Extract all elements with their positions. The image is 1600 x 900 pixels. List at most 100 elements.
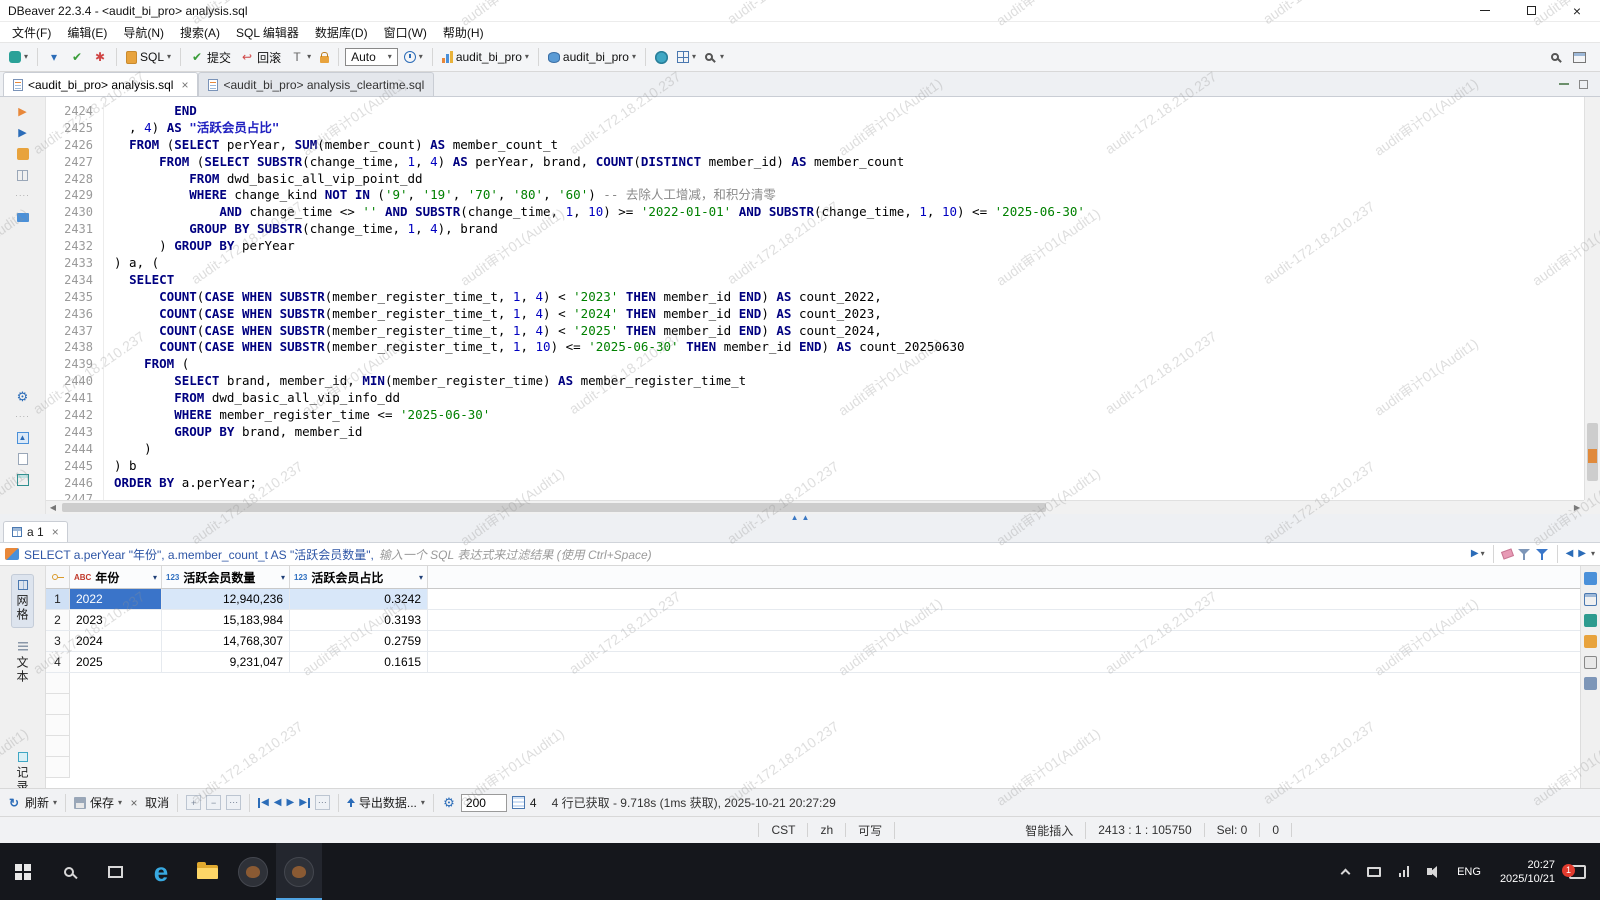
menu-help[interactable]: 帮助(H): [435, 22, 492, 43]
code-line[interactable]: 2426 FROM (SELECT perYear, SUM(member_co…: [46, 137, 1584, 154]
code-line[interactable]: 2444 ): [46, 441, 1584, 458]
code-line[interactable]: 2425 , 4) AS "活跃会员占比": [46, 120, 1584, 137]
sash-up-icon[interactable]: ▲: [802, 514, 810, 521]
tab-close-icon[interactable]: ×: [52, 525, 59, 539]
filter-input[interactable]: 输入一个 SQL 表达式来过滤结果 (使用 Ctrl+Space): [379, 546, 1466, 563]
menu-file[interactable]: 文件(F): [4, 22, 59, 43]
view-tab-record[interactable]: 记录: [11, 746, 34, 788]
code-line[interactable]: 2438 COUNT(CASE WHEN SUBSTR(member_regis…: [46, 339, 1584, 356]
next-row-icon[interactable]: ▶: [286, 798, 294, 808]
clear-filter-icon[interactable]: [1501, 548, 1514, 559]
goto-row-icon[interactable]: ⋯: [315, 795, 330, 810]
fetch-size-input[interactable]: [461, 794, 507, 812]
code-line[interactable]: 2431 GROUP BY SUBSTR(change_time, 1, 4),…: [46, 221, 1584, 238]
code-line[interactable]: 2424 END: [46, 103, 1584, 120]
table-cell[interactable]: 2022: [70, 589, 162, 609]
previous-row-icon[interactable]: ◀: [274, 798, 282, 808]
refresh-button[interactable]: ↻刷新▾: [7, 794, 57, 811]
column-header-member-count[interactable]: 123 活跃会员数量 ▾: [162, 566, 290, 588]
minimize-panel-icon[interactable]: [1559, 83, 1569, 85]
column-header-member-ratio[interactable]: 123 活跃会员占比 ▾: [290, 566, 428, 588]
perspective-icon[interactable]: [1573, 52, 1586, 63]
code-line[interactable]: 2439 FROM (: [46, 356, 1584, 373]
results-tab[interactable]: a 1 ×: [3, 521, 68, 542]
input-language-button[interactable]: ENG: [1448, 843, 1490, 900]
code-line[interactable]: 2440 SELECT brand, member_id, MIN(member…: [46, 373, 1584, 390]
close-button[interactable]: ×: [1554, 0, 1600, 21]
table-cell[interactable]: 0.3242: [290, 589, 428, 609]
globe-button[interactable]: [652, 49, 671, 66]
quick-search-icon[interactable]: [1551, 53, 1559, 61]
sash-up-icon[interactable]: ▲: [791, 514, 799, 521]
grid-panel-icon[interactable]: [1584, 593, 1597, 606]
table-row[interactable]: 3202414,768,3070.2759: [46, 631, 1580, 652]
menu-sql-editor[interactable]: SQL 编辑器: [228, 22, 307, 43]
history-back-icon[interactable]: ◀: [1566, 549, 1574, 559]
explain-plan-icon[interactable]: [15, 147, 31, 161]
code-line[interactable]: 2435 COUNT(CASE WHEN SUBSTR(member_regis…: [46, 289, 1584, 306]
new-file-icon[interactable]: [15, 452, 31, 466]
filter-caret-icon[interactable]: ▾: [153, 573, 157, 582]
code-line[interactable]: 2442 WHERE member_register_time <= '2025…: [46, 407, 1584, 424]
duplicate-row-icon[interactable]: ⋯: [226, 795, 241, 810]
status-cursor-position[interactable]: 2413 : 1 : 105750: [1086, 823, 1204, 837]
export-data-button[interactable]: 导出数据...▾: [347, 794, 425, 811]
edge-browser-button[interactable]: e: [138, 843, 184, 900]
row-number[interactable]: 2: [46, 610, 70, 630]
table-cell[interactable]: 0.1615: [290, 652, 428, 672]
sql-menu-button[interactable]: SQL▾: [123, 48, 174, 66]
taskbar-search-button[interactable]: [46, 843, 92, 900]
code-line[interactable]: 2443 GROUP BY brand, member_id: [46, 424, 1584, 441]
result-settings-gear-icon[interactable]: ⚙: [442, 795, 456, 811]
table-cell[interactable]: 2025: [70, 652, 162, 672]
first-row-icon[interactable]: ◀: [258, 798, 269, 808]
scroll-right-icon[interactable]: ▶: [1570, 501, 1584, 514]
table-row[interactable]: 2202315,183,9840.3193: [46, 610, 1580, 631]
filter-caret-icon[interactable]: ▾: [419, 573, 423, 582]
tab-analysis-sql[interactable]: <audit_bi_pro> analysis.sql ×: [3, 72, 198, 96]
connection-selector[interactable]: audit_bi_pro▾: [439, 48, 532, 66]
add-row-icon[interactable]: +: [186, 795, 201, 810]
output-panel-icon[interactable]: [15, 168, 31, 182]
history-button[interactable]: ▾: [401, 49, 426, 65]
vertical-scrollbar[interactable]: [1584, 97, 1600, 500]
delete-row-icon[interactable]: −: [206, 795, 221, 810]
table-row[interactable]: 420259,231,0470.1615: [46, 652, 1580, 673]
rollback-button[interactable]: ↩回滚: [237, 47, 284, 68]
code-line[interactable]: 2436 COUNT(CASE WHEN SUBSTR(member_regis…: [46, 306, 1584, 323]
sql-editor-lines[interactable]: 2424 END2425 , 4) AS "活跃会员占比"2426 FROM (…: [46, 97, 1584, 500]
tab-close-icon[interactable]: ×: [181, 78, 188, 92]
search-menu-button[interactable]: ▾: [702, 51, 727, 63]
code-line[interactable]: 2441 FROM dwd_basic_all_vip_info_dd: [46, 390, 1584, 407]
menu-search[interactable]: 搜索(A): [172, 22, 228, 43]
code-line[interactable]: 2434 SELECT: [46, 272, 1584, 289]
row-number[interactable]: 1: [46, 589, 70, 609]
menu-navigate[interactable]: 导航(N): [115, 22, 172, 43]
scroll-left-icon[interactable]: ◀: [46, 501, 60, 514]
execute-icon[interactable]: ▶: [15, 105, 31, 119]
table-row[interactable]: 1202212,940,2360.3242: [46, 589, 1580, 610]
tab-analysis-cleartime-sql[interactable]: <audit_bi_pro> analysis_cleartime.sql: [198, 72, 434, 96]
grid-corner[interactable]: [46, 566, 70, 588]
filter-query-text[interactable]: SELECT a.perYear "年份", a.member_count_t …: [24, 546, 374, 563]
table-cell[interactable]: 9,231,047: [162, 652, 290, 672]
fetch-button[interactable]: ▾: [44, 47, 64, 67]
edit-filter-icon[interactable]: [1518, 548, 1531, 561]
editor-results-sash[interactable]: ▲ ▲: [0, 514, 1600, 521]
schema-selector[interactable]: audit_bi_pro▾: [545, 48, 639, 66]
maximize-button[interactable]: [1508, 0, 1554, 21]
tray-expand-button[interactable]: [1333, 843, 1358, 900]
table-cell[interactable]: 2024: [70, 631, 162, 651]
menu-edit[interactable]: 编辑(E): [59, 22, 115, 43]
table-cell[interactable]: 14,768,307: [162, 631, 290, 651]
row-number[interactable]: 4: [46, 652, 70, 672]
view-tab-grid[interactable]: 网格: [11, 574, 34, 628]
metadata-panel-icon[interactable]: [1584, 635, 1597, 648]
row-number[interactable]: 3: [46, 631, 70, 651]
table-cell[interactable]: 12,940,236: [162, 589, 290, 609]
references-panel-icon[interactable]: [1584, 656, 1597, 669]
menu-window[interactable]: 窗口(W): [376, 22, 435, 43]
cancel-button[interactable]: ×取消: [127, 794, 169, 811]
task-view-button[interactable]: [92, 843, 138, 900]
view-tab-text[interactable]: 文本: [11, 636, 34, 690]
